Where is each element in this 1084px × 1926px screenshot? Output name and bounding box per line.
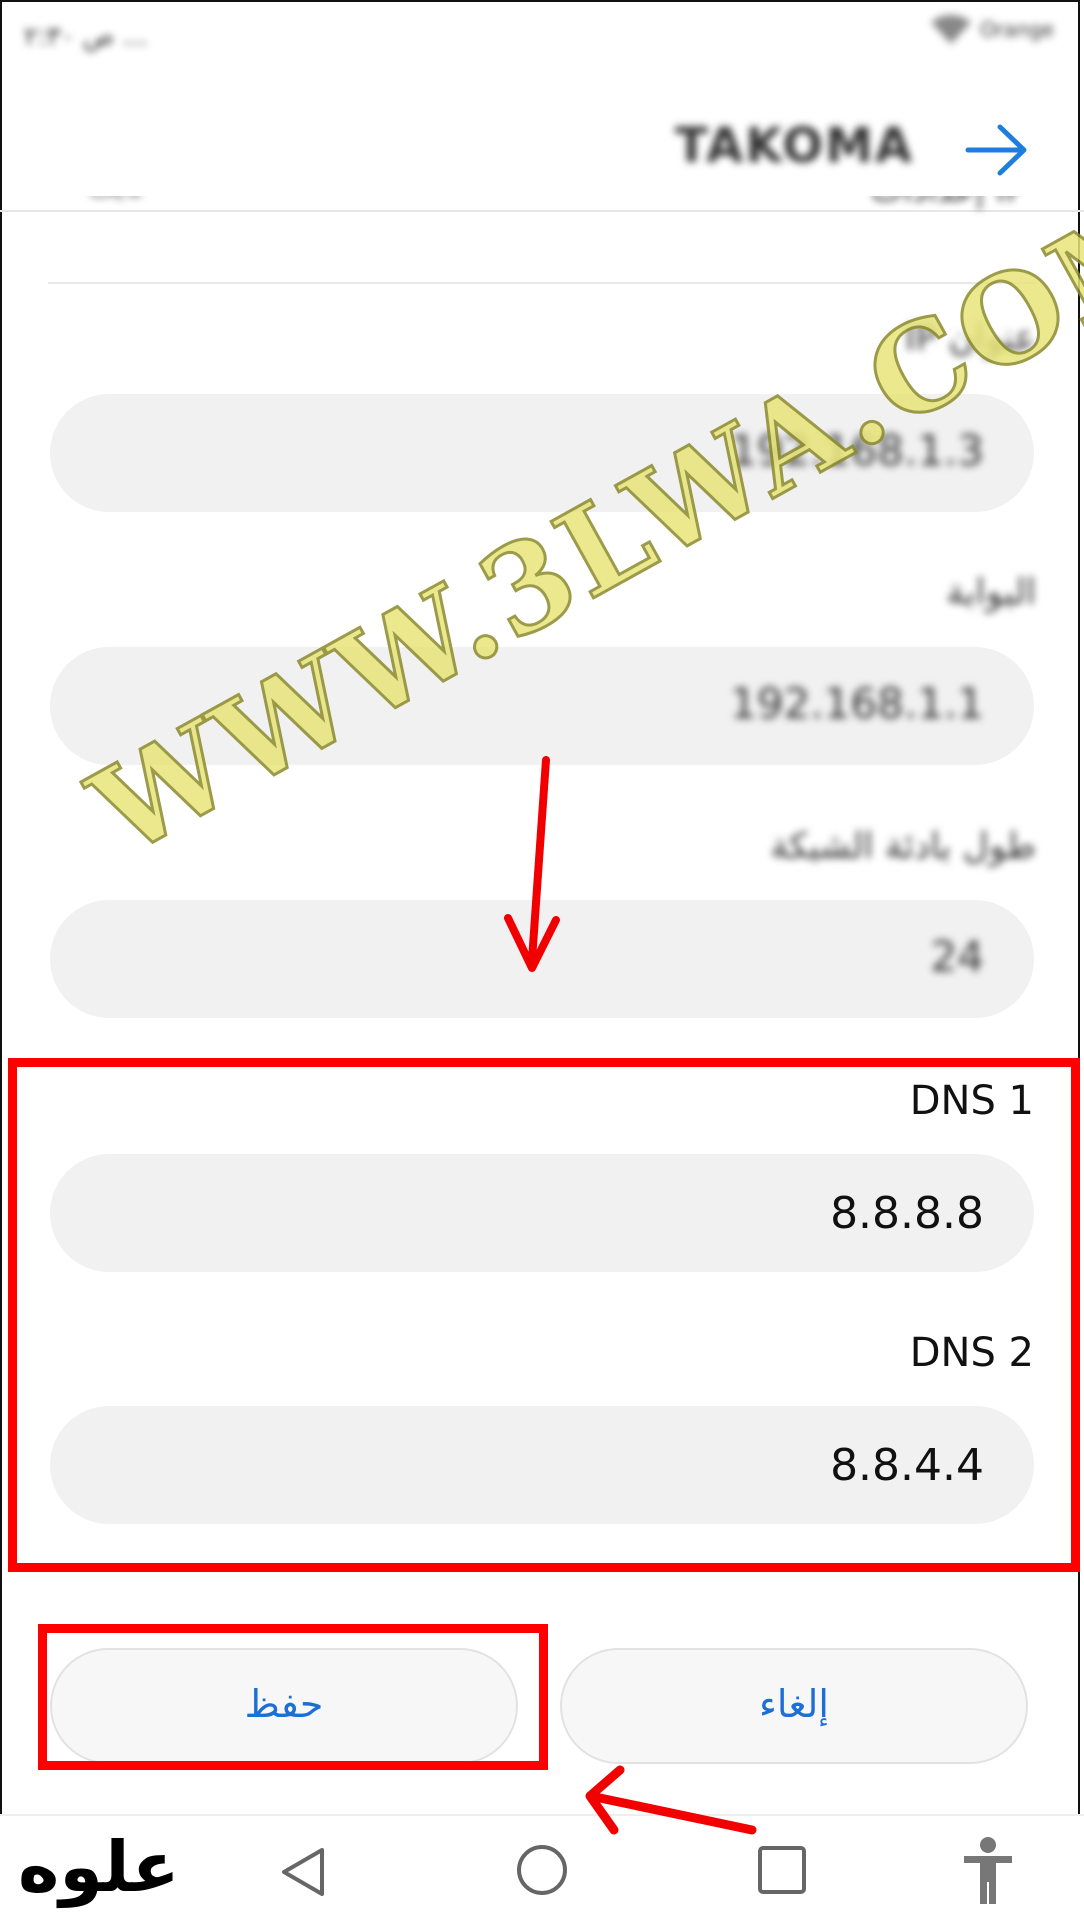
brand-logo-text: علوه — [18, 1826, 180, 1908]
arrow-left-annotation — [585, 1765, 757, 1835]
arrow-down-annotation — [504, 756, 560, 972]
